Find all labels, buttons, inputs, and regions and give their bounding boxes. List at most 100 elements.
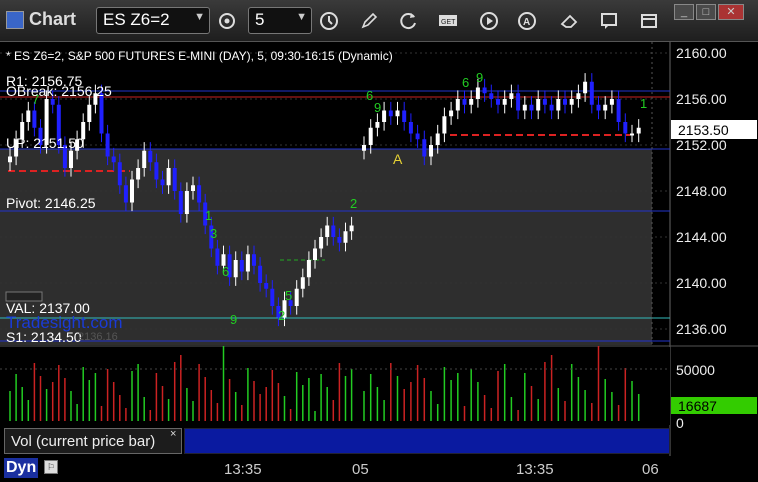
comment-icon[interactable] <box>596 8 622 33</box>
td-count-marker: 1 <box>205 208 212 223</box>
candle-body <box>563 99 567 105</box>
chart-app-icon <box>6 10 24 29</box>
candle-body <box>123 185 128 203</box>
candle-body <box>415 133 420 140</box>
svg-text:A: A <box>523 17 530 28</box>
pivot-label: Pivot: 2146.25 <box>6 195 96 211</box>
up-label: UP: 2151.50 <box>6 135 84 151</box>
eraser-icon[interactable] <box>556 8 582 33</box>
candle-body <box>630 133 634 136</box>
candle-body <box>469 99 474 105</box>
close-icon[interactable]: × <box>170 428 176 440</box>
candle-body <box>349 225 354 232</box>
candle-body <box>294 288 299 306</box>
candle-body <box>589 81 594 105</box>
candle-body <box>462 99 467 105</box>
td-count-marker: 9 <box>230 312 237 327</box>
time-label: 06 <box>642 461 659 478</box>
volume-tab-bar <box>184 428 670 454</box>
clock-icon[interactable] <box>316 8 342 33</box>
gear-icon[interactable] <box>214 8 240 33</box>
candle-body <box>609 99 614 105</box>
window-icon[interactable] <box>636 8 662 33</box>
td-count-marker: 9 <box>476 70 483 85</box>
candle-body <box>623 122 628 134</box>
chevron-down-icon[interactable]: ▼ <box>296 11 307 23</box>
candle-body <box>616 99 621 122</box>
candle-body <box>105 133 110 157</box>
period-input[interactable]: 5 ▼ <box>248 7 312 34</box>
candle-body <box>166 168 171 186</box>
price-tick: 2156.00 <box>676 91 727 107</box>
vol-tick: 0 <box>676 415 684 431</box>
candle-body <box>435 133 440 145</box>
candle-body <box>160 179 165 186</box>
vol-current: 16687 <box>678 398 717 414</box>
minimize-icon[interactable]: _ <box>674 4 694 20</box>
candle-body <box>402 110 407 122</box>
play-icon[interactable] <box>476 8 502 33</box>
volume-tab-label: Vol (current price bar) <box>11 433 156 450</box>
dynamic-button[interactable]: Dyn <box>4 458 39 478</box>
candle-body <box>549 104 554 111</box>
candle-body <box>502 99 507 105</box>
refresh-icon[interactable] <box>396 8 422 33</box>
candle-body <box>50 99 55 105</box>
candle-body <box>172 168 177 191</box>
candle-body <box>69 150 73 168</box>
candle-body <box>154 162 159 180</box>
candle-body <box>270 288 275 306</box>
candle-body <box>482 87 487 94</box>
period-value: 5 <box>255 10 265 29</box>
candle-body <box>8 156 12 163</box>
candle-body <box>603 104 608 111</box>
candle-body <box>596 104 601 111</box>
candle-body <box>395 110 400 117</box>
td-count-marker: 1 <box>640 96 647 111</box>
td-count-marker: 6 <box>366 88 373 103</box>
symbol-input[interactable]: ES Z6=2 ▼ <box>96 7 210 34</box>
candle-body <box>556 99 561 111</box>
lock-icon[interactable]: ⚐ <box>44 460 58 474</box>
candle-body <box>130 179 134 203</box>
candle-body <box>117 162 122 186</box>
pencil-icon[interactable] <box>356 8 382 33</box>
candle-body <box>87 104 92 122</box>
candle-body <box>300 277 305 289</box>
alert-icon[interactable]: A <box>514 8 540 33</box>
candle-body <box>26 110 31 122</box>
get-icon[interactable]: GET <box>436 8 462 33</box>
close-icon[interactable]: ✕ <box>718 4 744 20</box>
chart-area[interactable]: 71369 252696 91 * ES Z6=2, S&P 500 FUTURES… <box>0 42 758 456</box>
app-title: Chart <box>6 9 76 30</box>
symbol-value: ES Z6=2 <box>103 10 170 29</box>
candle-body <box>258 265 263 283</box>
time-label: 13:35 <box>516 461 554 478</box>
candle-body <box>319 237 324 249</box>
td-count-marker: 6 <box>462 75 469 90</box>
candle-body <box>32 110 37 128</box>
candle-body <box>331 225 336 237</box>
candle-body <box>422 139 427 157</box>
td-count-marker: 5 <box>285 288 292 303</box>
maximize-icon[interactable]: □ <box>696 4 716 20</box>
td-count-marker: 6 <box>222 264 229 279</box>
volume-panel-bg <box>0 347 670 425</box>
candle-body <box>252 254 256 266</box>
price-tick: 2136.00 <box>676 321 727 337</box>
time-label: 13:35 <box>224 461 262 478</box>
price-tick: 2144.00 <box>676 229 727 245</box>
candle-body <box>522 104 527 111</box>
candle-body <box>442 116 447 134</box>
chevron-down-icon[interactable]: ▼ <box>194 11 205 23</box>
candle-body <box>388 110 393 117</box>
candle-body <box>337 237 342 243</box>
candle-body <box>264 283 269 289</box>
td-count-marker: 2 <box>278 308 285 323</box>
volume-tab[interactable]: Vol (current price bar) <box>4 428 182 454</box>
price-tick: 2140.00 <box>676 275 727 291</box>
candle-body <box>368 127 373 145</box>
candle-body <box>496 99 500 105</box>
candle-body <box>239 260 244 272</box>
current-price: 2153.50 <box>678 122 729 138</box>
